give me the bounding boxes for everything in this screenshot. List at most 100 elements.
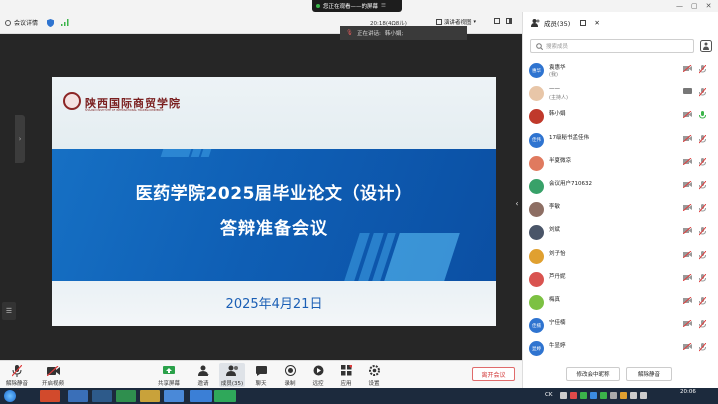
mic-muted-icon[interactable] bbox=[699, 134, 706, 144]
member-row[interactable]: 梅真 bbox=[523, 291, 718, 314]
minimize-icon[interactable]: — bbox=[676, 2, 683, 10]
rename-button[interactable]: 修改会中昵称 bbox=[566, 367, 620, 381]
mic-muted-icon[interactable] bbox=[699, 343, 706, 352]
invite-button[interactable]: + 邀请 bbox=[190, 364, 216, 387]
maximize-icon[interactable]: ▢ bbox=[691, 2, 698, 10]
expand-left-handle[interactable]: › bbox=[15, 115, 25, 163]
list-icon[interactable]: ☰ bbox=[2, 302, 16, 320]
camera-off-icon[interactable] bbox=[683, 134, 692, 142]
close-icon[interactable]: ✕ bbox=[594, 19, 599, 27]
mic-muted-icon[interactable] bbox=[699, 181, 706, 190]
collapse-panel-icon[interactable]: ‹ bbox=[512, 192, 522, 214]
decor-stripe bbox=[384, 233, 460, 281]
tray-icon[interactable] bbox=[610, 392, 617, 399]
tray-icon[interactable] bbox=[630, 392, 637, 399]
tray-icon[interactable] bbox=[570, 392, 577, 399]
member-row[interactable]: 佳楠 宁佳楠 bbox=[523, 314, 718, 337]
tray-icon[interactable] bbox=[640, 392, 647, 399]
member-row[interactable]: 惠华 袁惠华 (我) bbox=[523, 59, 718, 82]
taskbar-app-icon[interactable] bbox=[68, 390, 88, 402]
member-row[interactable]: 韩小娟 bbox=[523, 105, 718, 128]
camera-off-icon[interactable] bbox=[683, 227, 692, 235]
remote-control-icon bbox=[313, 364, 324, 377]
mic-muted-icon[interactable] bbox=[699, 250, 706, 260]
grid-view-icon[interactable] bbox=[436, 19, 442, 25]
tray-icon[interactable] bbox=[580, 392, 587, 399]
remote-control-button[interactable]: 远控 bbox=[305, 364, 331, 387]
mic-muted-icon[interactable] bbox=[699, 88, 706, 97]
members-button[interactable]: 成员(35) bbox=[219, 363, 245, 387]
unmute-all-button[interactable]: 解除静音 bbox=[626, 367, 672, 381]
unmute-label: 解除静音 bbox=[5, 381, 28, 387]
camera-off-icon[interactable] bbox=[683, 157, 692, 165]
member-search-input[interactable]: 搜索成员 bbox=[530, 39, 694, 53]
view-mode-label[interactable]: 演讲者视图 bbox=[444, 18, 472, 26]
mic-muted-icon[interactable] bbox=[699, 204, 706, 213]
fullscreen-icon[interactable] bbox=[494, 18, 500, 24]
taskbar-app-icon[interactable] bbox=[140, 390, 160, 402]
start-video-button[interactable]: 开启视频 bbox=[40, 364, 66, 387]
member-role: (主持人) bbox=[549, 95, 568, 102]
tray-icon[interactable] bbox=[590, 392, 597, 399]
unmute-button[interactable]: 解除静音 bbox=[4, 364, 30, 387]
start-button-icon[interactable] bbox=[4, 390, 16, 402]
avatar bbox=[529, 295, 544, 310]
mic-muted-icon[interactable] bbox=[699, 320, 706, 329]
leave-meeting-button[interactable]: 离开会议 bbox=[472, 367, 515, 381]
close-icon[interactable]: ✕ bbox=[706, 2, 712, 10]
more-icon[interactable] bbox=[700, 40, 712, 52]
camera-off-icon[interactable] bbox=[683, 250, 692, 258]
camera-off-icon[interactable] bbox=[683, 343, 692, 351]
member-name: 袁惠华 bbox=[549, 65, 566, 71]
taskbar-app-icon[interactable] bbox=[116, 390, 136, 402]
member-name: 半夏微凉 bbox=[549, 157, 572, 164]
member-row[interactable]: 半夏微凉 bbox=[523, 152, 718, 175]
mic-muted-icon[interactable] bbox=[699, 227, 706, 236]
camera-off-icon[interactable] bbox=[683, 65, 692, 72]
share-screen-button[interactable]: 共享屏幕 bbox=[156, 364, 182, 387]
tray-icon[interactable] bbox=[600, 392, 607, 399]
camera-off-icon[interactable] bbox=[683, 297, 692, 304]
input-lang[interactable]: CK bbox=[545, 392, 552, 398]
signal-icon[interactable] bbox=[61, 19, 69, 26]
camera-off-icon[interactable] bbox=[683, 181, 692, 188]
mic-muted-icon[interactable] bbox=[699, 65, 706, 74]
member-row[interactable]: 会议用户710632 bbox=[523, 175, 718, 198]
member-row[interactable]: —— (主持人) bbox=[523, 82, 718, 105]
mic-muted-icon[interactable] bbox=[699, 297, 706, 306]
member-row[interactable]: 显婷 牛显婷 bbox=[523, 337, 718, 360]
shield-icon[interactable] bbox=[47, 18, 55, 27]
tray-icon[interactable] bbox=[560, 392, 567, 399]
mic-muted-icon[interactable] bbox=[699, 273, 706, 283]
mic-active-icon[interactable] bbox=[699, 111, 706, 120]
tray-icon[interactable] bbox=[620, 392, 627, 399]
member-row[interactable]: 佳伟 17级秘书孟佳伟 bbox=[523, 129, 718, 152]
member-row[interactable]: 刘子怡 bbox=[523, 245, 718, 268]
sidebar-toggle-icon[interactable] bbox=[506, 18, 512, 24]
member-row[interactable]: 刘斌 bbox=[523, 221, 718, 244]
taskbar-app-icon[interactable] bbox=[164, 390, 184, 402]
screen-share-icon[interactable] bbox=[683, 88, 692, 95]
member-row[interactable]: 芦丹妮 bbox=[523, 268, 718, 291]
apps-button[interactable]: 应用 bbox=[333, 364, 359, 387]
camera-off-icon[interactable] bbox=[683, 273, 692, 281]
taskbar-app-icon[interactable] bbox=[40, 390, 60, 402]
meeting-detail-link[interactable]: 会议详情 bbox=[14, 18, 38, 27]
taskbar-app-icon[interactable] bbox=[190, 390, 212, 402]
popout-icon[interactable] bbox=[580, 20, 587, 26]
info-icon[interactable] bbox=[5, 19, 11, 26]
taskbar-app-icon[interactable] bbox=[214, 390, 236, 402]
apps-label: 应用 bbox=[340, 381, 352, 387]
taskbar-app-icon[interactable] bbox=[92, 390, 112, 402]
member-row[interactable]: 李敏 bbox=[523, 198, 718, 221]
camera-off-icon[interactable] bbox=[683, 111, 692, 119]
settings-button[interactable]: 设置 bbox=[361, 364, 387, 387]
mic-muted-icon[interactable] bbox=[699, 157, 706, 167]
chevron-down-icon[interactable]: ▾ bbox=[474, 19, 477, 25]
camera-off-icon[interactable] bbox=[683, 320, 692, 328]
record-button[interactable]: 录制 bbox=[277, 364, 303, 387]
chat-button[interactable]: 聊天 bbox=[248, 364, 274, 387]
menu-icon[interactable]: ☰ bbox=[381, 3, 386, 9]
camera-off-icon[interactable] bbox=[683, 204, 692, 212]
share-banner-text: 您正在观看——的屏幕 bbox=[323, 4, 379, 10]
